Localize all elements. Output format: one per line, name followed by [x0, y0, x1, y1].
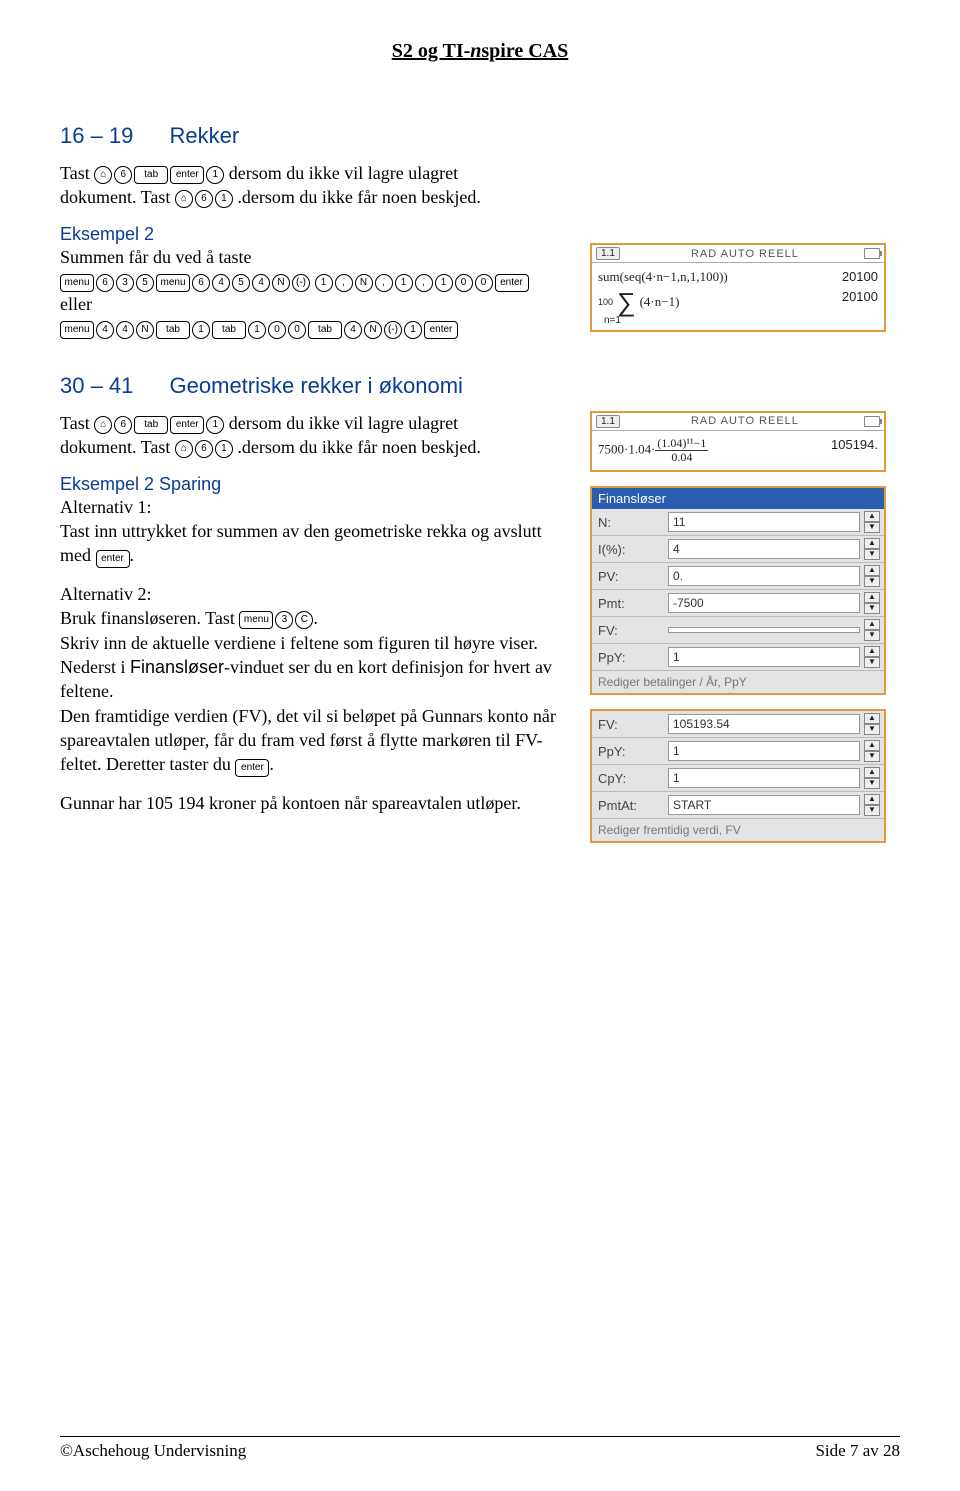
calc1-mode: RAD AUTO REELL: [626, 248, 864, 260]
finans-value[interactable]: [668, 627, 860, 633]
spin-buttons[interactable]: ▲▼: [864, 740, 880, 762]
section-title-geometriske: 30 – 41 Geometriske rekker i økonomi: [60, 373, 900, 399]
key-sequence: menu 3 C: [239, 611, 313, 629]
finans-value[interactable]: 4: [668, 539, 860, 559]
finans-row: CpY:1▲▼: [592, 764, 884, 791]
finans-value[interactable]: START: [668, 795, 860, 815]
spin-buttons[interactable]: ▲▼: [864, 511, 880, 533]
section2-num: 30 – 41: [60, 373, 133, 398]
spin-buttons[interactable]: ▲▼: [864, 592, 880, 614]
section2-paragraph: Tast ⌂ 6 tab enter 1 dersom du ikke vil …: [60, 411, 568, 460]
key-sequence: ⌂ 6 1: [175, 190, 233, 208]
eksempel2-line1: Summen får du ved å taste: [60, 245, 568, 269]
finans-label: N:: [592, 512, 668, 533]
spin-buttons[interactable]: ▲▼: [864, 767, 880, 789]
finans-footer1: Rediger betalinger / År, PpY: [592, 670, 884, 693]
header-post: spire CAS: [481, 40, 568, 62]
finans-title: Finansløser: [592, 488, 884, 509]
alternativ2: Alternativ 2: Bruk finansløseren. Tast m…: [60, 582, 568, 777]
finans-row: PmtAt:START▲▼: [592, 791, 884, 818]
finans-label: PpY:: [592, 741, 668, 762]
finans-footer2: Rediger fremtidig verdi, FV: [592, 818, 884, 841]
finans-row: I(%):4▲▼: [592, 535, 884, 562]
section1-title: Rekker: [170, 123, 240, 148]
finans-label: PV:: [592, 566, 668, 587]
sigma-expression: 100 ∑ (4·n−1): [598, 289, 679, 315]
finans-value[interactable]: -7500: [668, 593, 860, 613]
alternativ1: Alternativ 1: Tast inn uttrykket for sum…: [60, 495, 568, 569]
finans-label: FV:: [592, 714, 668, 735]
enter-key-icon: enter: [235, 759, 269, 777]
spin-buttons[interactable]: ▲▼: [864, 538, 880, 560]
calc1-tab: 1.1: [596, 247, 620, 260]
section2-title: Geometriske rekker i økonomi: [170, 373, 463, 398]
finans-row: FV:105193.54▲▼: [592, 711, 884, 737]
eller-label: eller: [60, 292, 568, 316]
page-header: S2 og TI-nspire CAS: [60, 40, 900, 63]
key-sequence-row1: menu 6 3 5 menu 6 4 5 4 N (-): [60, 274, 310, 292]
finans-row: N:11▲▼: [592, 509, 884, 535]
finans-value[interactable]: 11: [668, 512, 860, 532]
calculator-screenshot-2: 1.1 RAD AUTO REELL 7500·1.04·(1.04)¹¹−10…: [590, 411, 886, 472]
enter-key-icon: enter: [96, 550, 130, 568]
calc2-result: 105194.: [831, 437, 878, 464]
finans-row: PV:0.▲▼: [592, 562, 884, 589]
finans-value[interactable]: 1: [668, 647, 860, 667]
calc2-expr: 7500·1.04·(1.04)¹¹−10.04: [598, 437, 708, 464]
finans-label: I(%):: [592, 539, 668, 560]
calc2-tab: 1.1: [596, 415, 620, 428]
finans-value[interactable]: 1: [668, 768, 860, 788]
spin-buttons[interactable]: ▲▼: [864, 646, 880, 668]
finans-row: PpY:1▲▼: [592, 643, 884, 670]
battery-icon: [864, 416, 880, 427]
finans-label: Pmt:: [592, 593, 668, 614]
finans-label: PmtAt:: [592, 795, 668, 816]
finanslosser-panel-1: Finansløser N:11▲▼I(%):4▲▼PV:0.▲▼Pmt:-75…: [590, 486, 886, 695]
finanslosser-panel-2: FV:105193.54▲▼PpY:1▲▼CpY:1▲▼PmtAt:START▲…: [590, 709, 886, 843]
finans-value[interactable]: 0.: [668, 566, 860, 586]
key-sequence: ⌂ 6 tab enter 1: [94, 166, 224, 184]
calc2-mode: RAD AUTO REELL: [626, 415, 864, 427]
calc1-expr: sum(seq(4·n−1,n,1,100)): [598, 269, 728, 285]
eksempel2-title: Eksempel 2: [60, 224, 568, 245]
spin-buttons[interactable]: ▲▼: [864, 565, 880, 587]
key-sequence: ⌂ 6 tab enter 1: [94, 416, 224, 434]
finans-row: PpY:1▲▼: [592, 737, 884, 764]
spin-buttons[interactable]: ▲▼: [864, 713, 880, 735]
finans-label: PpY:: [592, 647, 668, 668]
finans-value[interactable]: 1: [668, 741, 860, 761]
calc1-result2: 20100: [842, 289, 878, 315]
section1-num: 16 – 19: [60, 123, 133, 148]
result-text: Gunnar har 105 194 kroner på kontoen når…: [60, 791, 568, 815]
footer-right: Side 7 av 28: [815, 1441, 900, 1461]
calc1-result1: 20100: [842, 269, 878, 285]
spin-buttons[interactable]: ▲▼: [864, 619, 880, 641]
key-sequence-row2: 1 , N , 1 , 1 0 0 enter: [315, 274, 529, 292]
key-sequence: ⌂ 6 1: [175, 440, 233, 458]
footer-left: ©Aschehoug Undervisning: [60, 1441, 246, 1461]
finans-row: FV: ▲▼: [592, 616, 884, 643]
header-pre: S2 og TI-: [392, 40, 471, 62]
battery-icon: [864, 248, 880, 259]
header-n: n: [470, 40, 481, 62]
section1-paragraph: Tast ⌂ 6 tab enter 1 dersom du ikke vil …: [60, 161, 568, 210]
calculator-screenshot-1: 1.1 RAD AUTO REELL sum(seq(4·n−1,n,1,100…: [590, 243, 886, 332]
finans-row: Pmt:-7500▲▼: [592, 589, 884, 616]
key-sequence-row3: menu 4 4 N tab 1 tab 1 0 0 tab 4 N (-) 1…: [60, 321, 458, 339]
page-footer: ©Aschehoug Undervisning Side 7 av 28: [60, 1436, 900, 1461]
spin-buttons[interactable]: ▲▼: [864, 794, 880, 816]
finans-label: CpY:: [592, 768, 668, 789]
finans-label: FV:: [592, 620, 668, 641]
section-title-rekker: 16 – 19 Rekker: [60, 123, 568, 149]
eksempel2-sparing-title: Eksempel 2 Sparing: [60, 474, 568, 495]
finans-value[interactable]: 105193.54: [668, 714, 860, 734]
